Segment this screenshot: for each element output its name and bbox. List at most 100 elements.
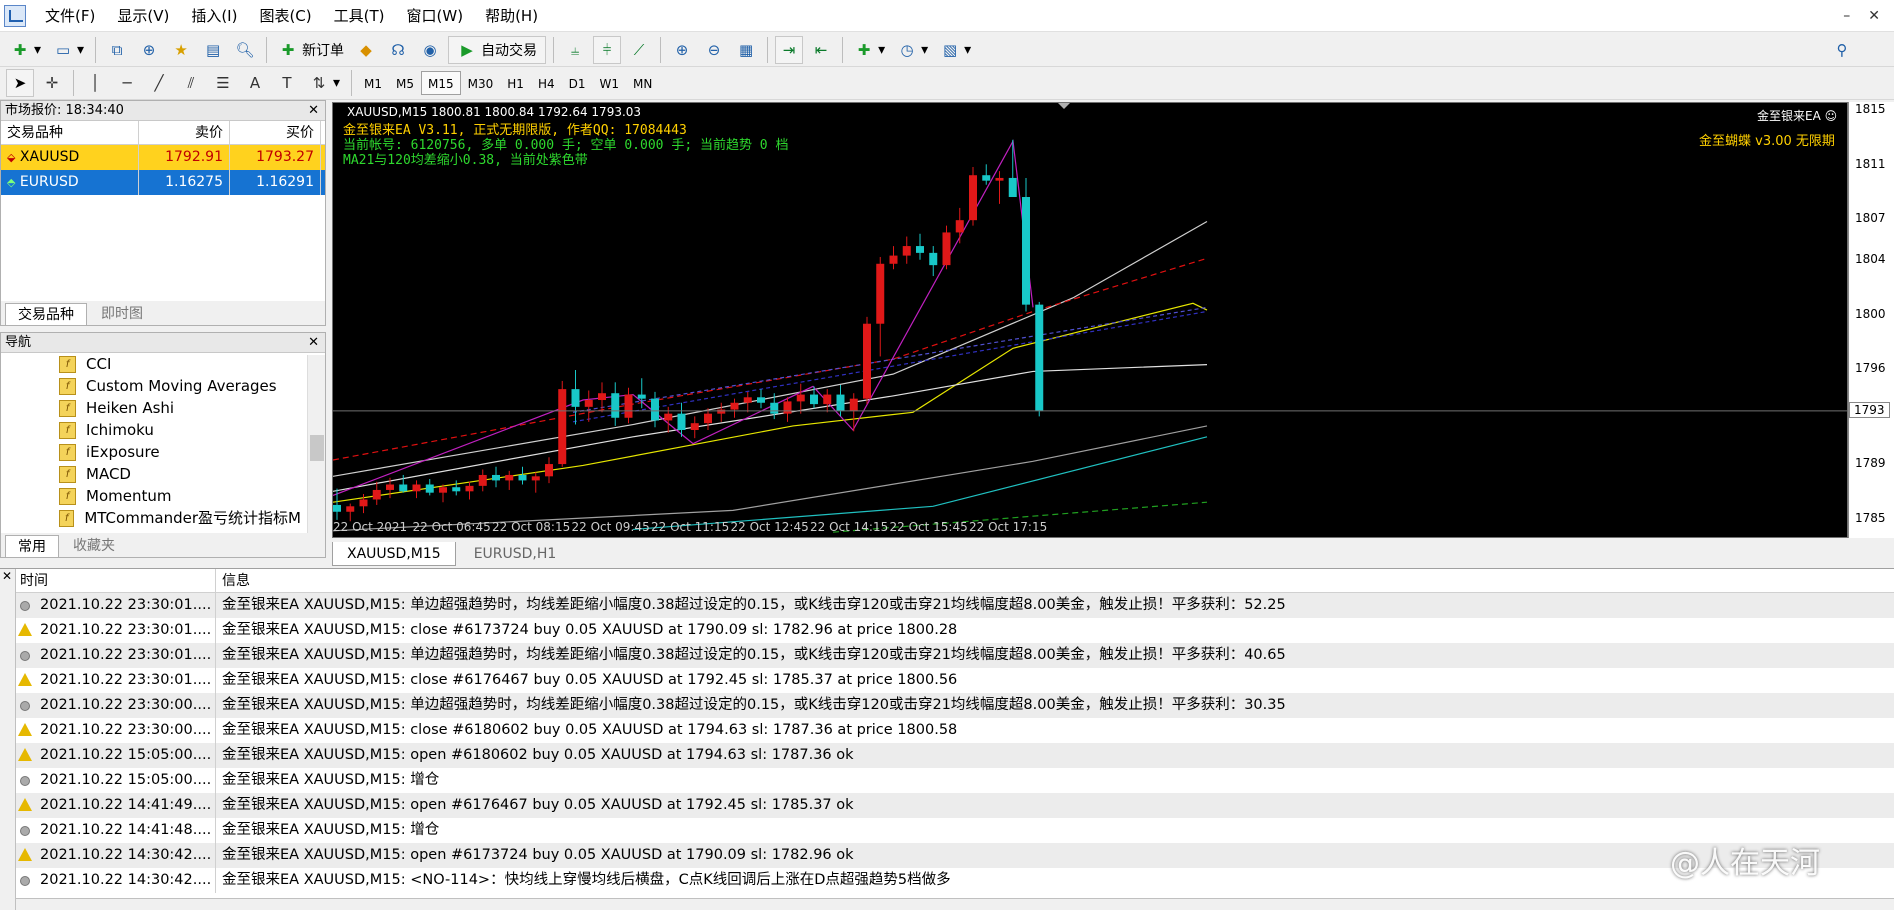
journal-row[interactable]: 2021.10.22 15:05:00.... 金至银来EA XAUUSD,M15… (16, 743, 1894, 768)
new-order-button[interactable]: ✚ 新订单 (274, 36, 348, 64)
col-ask[interactable]: 买价 (230, 121, 321, 144)
col-time[interactable]: 时间 (16, 569, 216, 592)
periods-button[interactable]: ◷ ▾ (893, 36, 932, 64)
nav-item-custom-ma[interactable]: f Custom Moving Averages (1, 375, 301, 397)
chart-shift-button[interactable]: ⇤ (807, 36, 835, 64)
arrows-button[interactable]: ⇅ ▾ (305, 69, 344, 97)
bar-chart-button[interactable]: ⫨ (561, 36, 589, 64)
chart-tab-xauusd[interactable]: XAUUSD,M15 (332, 542, 456, 566)
templates-button[interactable]: ▧ ▾ (936, 36, 975, 64)
search-button[interactable]: ⚲ (1828, 36, 1856, 64)
ask-value: 1793.27 (230, 145, 321, 170)
tab-favorites[interactable]: 收藏夹 (61, 535, 127, 557)
menu-charts[interactable]: 图表(C) (248, 0, 322, 32)
signals-button[interactable]: ☊ (384, 36, 412, 64)
navigator-scrollbar[interactable] (307, 355, 325, 533)
candle-body (889, 255, 898, 264)
close-icon[interactable]: ✕ (0, 569, 12, 583)
channel-button[interactable]: ⫽ (177, 69, 205, 97)
nav-item-heiken-ashi[interactable]: f Heiken Ashi (1, 397, 301, 419)
metaeditor-button[interactable]: ◆ (352, 36, 380, 64)
nav-item-macd[interactable]: f MACD (1, 463, 301, 485)
journal-row[interactable]: 2021.10.22 23:30:01.... 金至银来EA XAUUSD,M15… (16, 668, 1894, 693)
menu-help[interactable]: 帮助(H) (474, 0, 549, 32)
journal-row[interactable]: 2021.10.22 23:30:01.... 金至银来EA XAUUSD,M15… (16, 643, 1894, 668)
market-watch-button[interactable]: ⧉ (103, 36, 131, 64)
text-button[interactable]: A (241, 69, 269, 97)
menu-window[interactable]: 窗口(W) (396, 0, 475, 32)
menu-file[interactable]: 文件(F) (34, 0, 106, 32)
data-window-button[interactable]: ⊕ (135, 36, 163, 64)
tab-common[interactable]: 常用 (5, 535, 59, 557)
market-watch-header: 交易品种 卖价 买价 (1, 121, 325, 145)
navigator-button[interactable]: ★ (167, 36, 195, 64)
trendline-button[interactable]: ╱ (145, 69, 173, 97)
menu-tools[interactable]: 工具(T) (323, 0, 396, 32)
row-message: 金至银来EA XAUUSD,M15: 单边超强趋势时，均线差距缩小幅度0.38超… (222, 697, 1286, 713)
crosshair-button[interactable]: ✛ (38, 69, 66, 97)
col-symbol[interactable]: 交易品种 (1, 121, 139, 144)
tester-button[interactable]: 🔍︎ (231, 36, 259, 64)
fibo-button[interactable]: ☰ (209, 69, 237, 97)
tf-m30[interactable]: M30 (461, 71, 501, 95)
row-message: 金至银来EA XAUUSD,M15: 增仓 (222, 822, 440, 838)
journal-row[interactable]: 2021.10.22 23:30:01.... 金至银来EA XAUUSD,M15… (16, 593, 1894, 618)
market-watch-tabs: 交易品种 即时图 (1, 301, 325, 325)
indicators-button[interactable]: ✚ ▾ (850, 36, 889, 64)
journal-row[interactable]: 2021.10.22 14:30:42.... 金至银来EA XAUUSD,M15… (16, 868, 1894, 893)
tf-m1[interactable]: M1 (357, 71, 389, 95)
close-icon[interactable]: ✕ (308, 333, 319, 353)
nav-item-momentum[interactable]: f Momentum (1, 485, 301, 507)
vps-button[interactable]: ◉ (416, 36, 444, 64)
journal-row[interactable]: 2021.10.22 15:05:00.... 金至银来EA XAUUSD,M15… (16, 768, 1894, 793)
nav-item-mtcommander[interactable]: f MTCommander盈亏统计指标M (1, 507, 301, 529)
tf-mn[interactable]: MN (626, 71, 659, 95)
profiles-button[interactable]: ▭ ▾ (49, 36, 88, 64)
horizontal-line-button[interactable]: ─ (113, 69, 141, 97)
nav-item-iexposure[interactable]: f iExposure (1, 441, 301, 463)
candlestick-button[interactable]: ⫩ (593, 35, 622, 64)
journal-row[interactable]: 2021.10.22 14:30:42.... 金至银来EA XAUUSD,M15… (16, 843, 1894, 868)
tf-h4[interactable]: H4 (531, 71, 562, 95)
tf-w1[interactable]: W1 (593, 71, 627, 95)
bar-chart-icon: ⫨ (570, 40, 580, 59)
menu-view[interactable]: 显示(V) (106, 0, 180, 32)
close-icon[interactable]: ✕ (308, 101, 319, 121)
auto-trading-button[interactable]: ▶ 自动交易 (448, 35, 547, 64)
market-row-xauusd[interactable]: ⬙ XAUUSD 1792.91 1793.27 (1, 145, 325, 170)
journal-row[interactable]: 2021.10.22 14:41:48.... 金至银来EA XAUUSD,M15… (16, 818, 1894, 843)
nav-item-ichimoku[interactable]: f Ichimoku (1, 419, 301, 441)
col-bid[interactable]: 卖价 (139, 121, 230, 144)
tf-h1[interactable]: H1 (500, 71, 531, 95)
price-chart[interactable]: XAUUSD,M15 1800.81 1800.84 1792.64 1793.… (332, 102, 1848, 538)
tab-tick-chart[interactable]: 即时图 (89, 303, 155, 325)
vertical-line-button[interactable]: │ (81, 69, 109, 97)
nav-item-cci[interactable]: f CCI (1, 353, 301, 375)
minimize-icon[interactable]: – (1843, 8, 1850, 24)
menu-insert[interactable]: 插入(I) (180, 0, 248, 32)
candle-body (995, 177, 1004, 181)
new-chart-button[interactable]: ✚ ▾ (6, 36, 45, 64)
zoom-out-button[interactable]: ⊖ (700, 36, 728, 64)
tf-m15[interactable]: M15 (421, 71, 461, 95)
auto-scroll-button[interactable]: ⇥ (775, 35, 804, 64)
chart-tab-eurusd[interactable]: EURUSD,H1 (460, 542, 571, 566)
journal-row[interactable]: 2021.10.22 23:30:00.... 金至银来EA XAUUSD,M15… (16, 693, 1894, 718)
col-message[interactable]: 信息 (216, 569, 250, 592)
price-tick-label: 1811 (1855, 156, 1886, 171)
zoom-in-button[interactable]: ⊕ (668, 36, 696, 64)
terminal-button[interactable]: ▤ (199, 36, 227, 64)
cursor-button[interactable]: ➤ (6, 69, 34, 97)
tf-d1[interactable]: D1 (562, 71, 593, 95)
journal-row[interactable]: 2021.10.22 23:30:00.... 金至银来EA XAUUSD,M15… (16, 718, 1894, 743)
scroll-thumb[interactable] (310, 435, 324, 461)
tf-m5[interactable]: M5 (389, 71, 421, 95)
tab-symbols[interactable]: 交易品种 (5, 303, 87, 325)
tile-windows-button[interactable]: ▦ (732, 36, 760, 64)
journal-row[interactable]: 2021.10.22 14:41:49.... 金至银来EA XAUUSD,M15… (16, 793, 1894, 818)
market-row-eurusd[interactable]: ⬘ EURUSD 1.16275 1.16291 (1, 170, 325, 195)
journal-row[interactable]: 2021.10.22 23:30:01.... 金至银来EA XAUUSD,M15… (16, 618, 1894, 643)
line-chart-button[interactable]: ⟋ (625, 36, 653, 64)
close-icon[interactable]: ✕ (1868, 8, 1880, 24)
label-button[interactable]: T (273, 69, 301, 97)
